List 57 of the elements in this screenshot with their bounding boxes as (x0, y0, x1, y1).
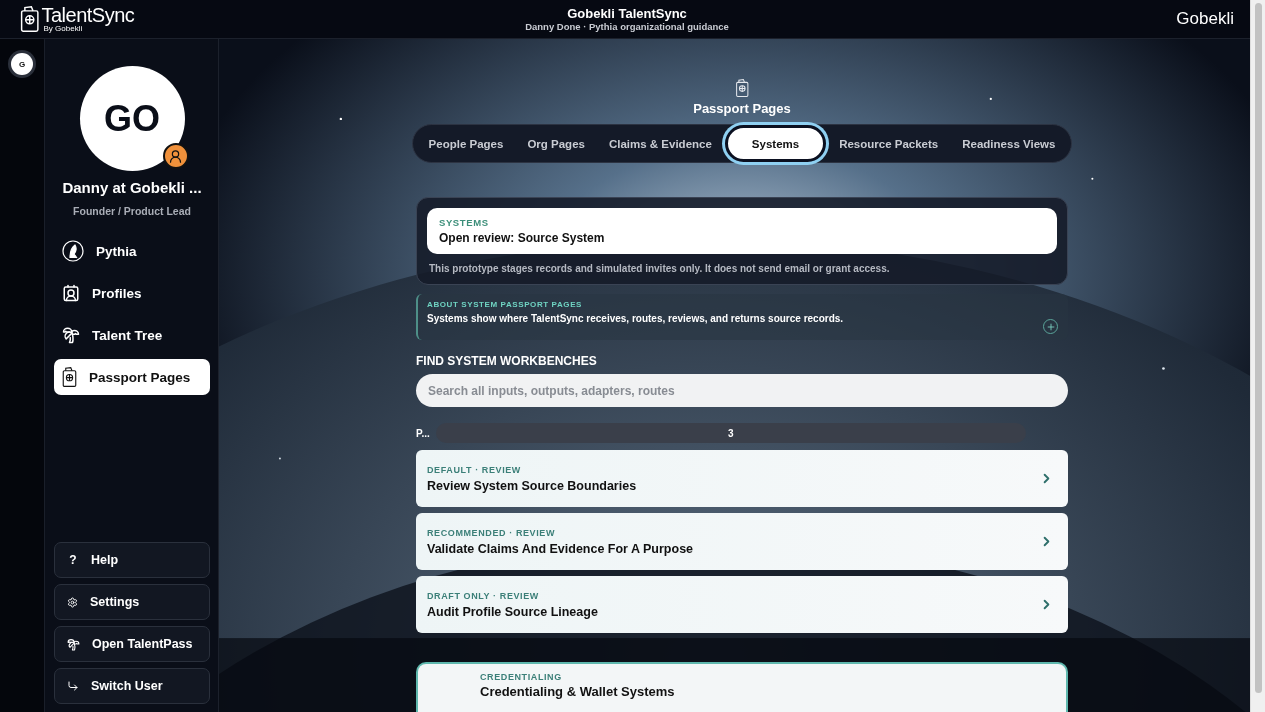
app-subtitle: Danny Done · Pythia organizational guidance (525, 21, 729, 32)
section-heading: FIND SYSTEM WORKBENCHES (416, 354, 598, 368)
eyebrow-label: SYSTEMS (439, 217, 490, 228)
system-card[interactable]: CREDENTIALING Credentialing & Wallet Systems (416, 662, 1068, 712)
search-field[interactable]: Search all inputs, outputs, adapters, routes (416, 374, 1068, 407)
settings-icon (67, 596, 78, 608)
logo-icon (20, 6, 40, 32)
palm-tree-icon (67, 637, 80, 651)
notice-text: This prototype stages records and simulated invites only. It does not send email or grant access. (428, 263, 891, 274)
sidebar-button[interactable]: Switch User (54, 668, 210, 704)
nav-item[interactable]: Pythia (54, 233, 210, 269)
scroll-bar[interactable] (1250, 0, 1265, 712)
org-name: Gobekli (1175, 9, 1234, 29)
profile-name: Danny at Gobekli ... (62, 179, 202, 196)
card-tag: DEFAULT · REVIEW (427, 464, 637, 475)
sidebar-button[interactable]: ? Help (54, 542, 210, 578)
card-title: Validate Claims And Evidence For A Purpose (427, 541, 694, 556)
passport-icon (733, 79, 751, 97)
workbench-card[interactable]: DEFAULT · REVIEW Review System Source Boundaries (416, 450, 1068, 507)
profile-card-icon (62, 284, 80, 302)
profile-role: Founder / Product Lead (73, 205, 191, 217)
card-title: Review System Source Boundaries (427, 478, 637, 493)
card-title: Audit Profile Source Lineage (427, 604, 598, 619)
sidebar-button[interactable]: Open TalentPass (54, 626, 210, 662)
org-avatar[interactable]: G (11, 53, 33, 75)
tab[interactable]: Systems (724, 125, 827, 162)
eyebrow-label: ABOUT SYSTEM PASSPORT PAGES (427, 300, 584, 309)
app-title: Gobekli TalentSync (567, 6, 687, 21)
tab[interactable]: People Pages (417, 137, 515, 150)
about-text: Systems show where TalentSync receives, routes, reviews, and returns source records. (427, 313, 845, 324)
sidebar-button[interactable]: Settings (54, 584, 210, 620)
user-badge-icon (162, 143, 189, 169)
nav-item[interactable]: Passport Pages (54, 359, 210, 395)
palm-tree-icon (62, 326, 80, 344)
nav-item[interactable]: Talent Tree (54, 317, 210, 353)
card-tag: RECOMMENDED · REVIEW (427, 527, 694, 538)
help-icon: ? (67, 553, 79, 567)
card-tag: CREDENTIALING (480, 672, 1066, 682)
card-tag: DRAFT ONLY · REVIEW (427, 590, 598, 601)
nav-item[interactable]: Profiles (54, 275, 210, 311)
passport-icon (62, 367, 77, 387)
brand-name: TalentSync (41, 5, 135, 25)
tab[interactable]: Resource Packets (828, 137, 950, 150)
workbench-card[interactable]: RECOMMENDED · REVIEW Validate Claims And Evidence For A Purpose (416, 513, 1068, 570)
turn-arrow-icon (67, 680, 79, 692)
plus-icon (1045, 321, 1056, 332)
tab[interactable]: Org Pages (516, 137, 596, 150)
brand-tagline: By Gobekli (43, 25, 83, 33)
page-title: Passport Pages (693, 101, 791, 116)
notice-title: Open review: Source System (439, 231, 606, 245)
tab[interactable]: Readiness Views (951, 137, 1067, 150)
card-title: Credentialing & Wallet Systems (480, 685, 676, 699)
portrait-icon (62, 240, 84, 262)
pager-label: P... (416, 427, 430, 439)
tab[interactable]: Claims & Evidence (597, 137, 723, 150)
workbench-card[interactable]: DRAFT ONLY · REVIEW Audit Profile Source Lineage (416, 576, 1068, 633)
pager-track[interactable]: 3 (435, 423, 1026, 443)
